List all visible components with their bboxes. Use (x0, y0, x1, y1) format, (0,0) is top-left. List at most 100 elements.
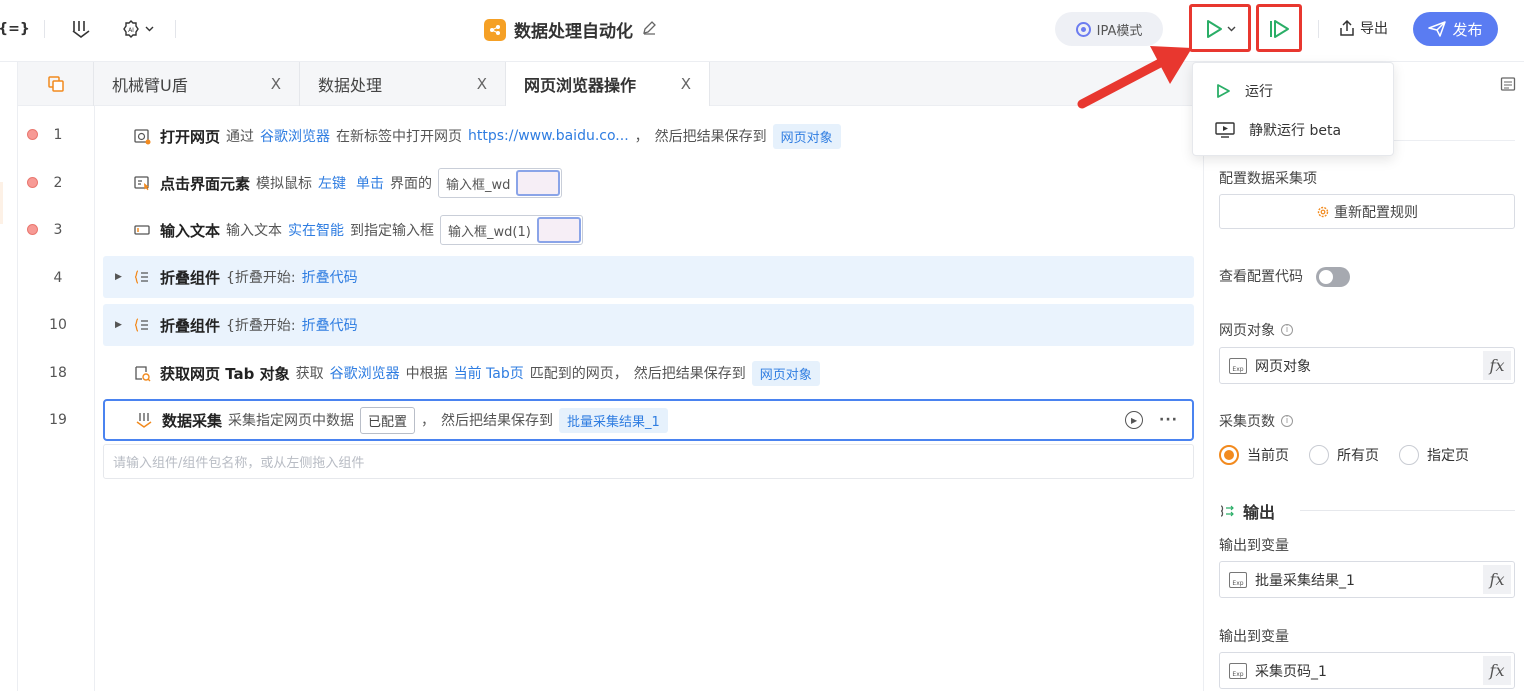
line-number: 10 (49, 316, 67, 333)
data-capture-step-icon (135, 411, 153, 429)
annotation-arrow (1077, 46, 1192, 109)
sidebar-active-marker (0, 182, 3, 224)
ai-menu-icon[interactable]: AI (117, 16, 157, 42)
radio-current-page[interactable]: 当前页 (1219, 445, 1289, 465)
menu-item-run[interactable]: 运行 (1215, 81, 1273, 101)
expand-caret-icon[interactable]: ▶ (115, 320, 122, 330)
pages-radio-group: 当前页 所有页 指定页 (1219, 445, 1469, 465)
radio-all-pages[interactable]: 所有页 (1309, 445, 1379, 465)
add-component-input[interactable]: 请输入组件/组件包名称，或从左侧拖入组件 (103, 444, 1194, 479)
step-get-tab[interactable]: 获取网页 Tab 对象 获取 谷歌浏览器 中根据 当前 Tab页 匹配到的网页，… (103, 352, 1194, 394)
menu-item-silent-run[interactable]: 静默运行 beta (1215, 120, 1341, 140)
step-data-capture[interactable]: 数据采集 采集指定网页中数据 已配置 ， 然后把结果保存到 批量采集结果_1 ▶… (103, 399, 1194, 441)
pages-label: 采集页数 i (1219, 411, 1293, 431)
run-dropdown-menu: 运行 静默运行 beta (1192, 62, 1394, 156)
tab-home-icon[interactable] (18, 62, 94, 106)
add-component-placeholder: 请输入组件/组件包名称，或从左侧拖入组件 (113, 456, 365, 471)
line-number: 18 (49, 364, 67, 381)
export-icon (1340, 19, 1354, 36)
browser-param[interactable]: 谷歌浏览器 (330, 363, 400, 383)
export-button[interactable]: 导出 (1338, 18, 1388, 38)
line-number: 2 (18, 159, 95, 206)
match-mode-param[interactable]: 当前 Tab页 (454, 363, 524, 383)
get-tab-icon (133, 364, 151, 382)
gear-icon (1317, 206, 1329, 217)
panel-toggle-icon[interactable] (1500, 76, 1516, 96)
view-code-label: 查看配置代码 (1219, 269, 1303, 285)
expression-icon: Exp (1229, 662, 1247, 679)
expression-icon: Exp (1229, 571, 1247, 588)
fold-name-param[interactable]: 折叠代码 (302, 267, 358, 287)
element-picker[interactable]: 输入框_wd (438, 168, 563, 198)
output-variable-chip[interactable]: 批量采集结果_1 (559, 407, 668, 433)
expand-caret-icon[interactable]: ▶ (115, 272, 122, 282)
output-variable-chip[interactable]: 网页对象 (751, 360, 820, 386)
export-label: 导出 (1360, 21, 1388, 37)
output1-field[interactable]: Exp 批量采集结果_1 fx (1219, 561, 1515, 598)
fx-icon[interactable]: fx (1483, 565, 1511, 594)
step-fold-group[interactable]: ▶ 折叠组件 {折叠开始: 折叠代码 (103, 256, 1194, 298)
publish-label: 发布 (1452, 20, 1483, 39)
variables-icon[interactable]: {=} (0, 18, 30, 40)
expression-icon: Exp (1229, 357, 1247, 374)
more-options-icon[interactable]: ··· (1159, 412, 1178, 428)
reconfigure-rules-button[interactable]: 重新配置规则 (1219, 194, 1515, 229)
breakpoint-icon[interactable] (27, 224, 38, 235)
left-sidebar-strip (0, 62, 18, 691)
ipa-mode-icon (1075, 21, 1091, 37)
text-param[interactable]: 实在智能 (288, 220, 344, 240)
editor-tabs: 机械臂U盾 X 数据处理 X 网页浏览器操作 X (18, 62, 1203, 106)
fx-icon[interactable]: fx (1483, 656, 1511, 685)
output2-label: 输出到变量 (1219, 629, 1289, 645)
browser-param[interactable]: 谷歌浏览器 (260, 126, 330, 146)
web-object-field[interactable]: Exp 网页对象 fx (1219, 347, 1515, 384)
run-step-highlight-box (1256, 4, 1302, 52)
step-input-text[interactable]: 输入文本 输入文本 实在智能 到指定输入框 输入框_wd(1) (103, 209, 1194, 251)
mouse-button-param[interactable]: 左键 (318, 173, 346, 193)
element-picker[interactable]: 输入框_wd(1) (440, 215, 583, 245)
element-preview (516, 170, 561, 196)
step-fold-group[interactable]: ▶ 折叠组件 {折叠开始: 折叠代码 (103, 304, 1194, 346)
output-icon (1220, 505, 1234, 517)
url-param[interactable]: https://www.baidu.co... (468, 128, 629, 144)
tab-label: 数据处理 (318, 76, 383, 95)
radio-specified-pages[interactable]: 指定页 (1399, 445, 1469, 465)
output-variable-chip[interactable]: 网页对象 (772, 123, 841, 149)
line-number: 3 (18, 206, 95, 253)
send-icon (1428, 21, 1447, 37)
input-text-icon (133, 221, 151, 239)
step-open-webpage[interactable]: 打开网页 通过 谷歌浏览器 在新标签中打开网页 https://www.baid… (103, 115, 1194, 157)
row-tools: ▶ ··· (1125, 411, 1178, 429)
monitor-play-icon (1215, 122, 1235, 138)
click-element-icon (133, 174, 151, 192)
web-object-label: 网页对象 i (1219, 320, 1293, 340)
element-preview (536, 217, 581, 243)
fx-icon[interactable]: fx (1483, 351, 1511, 380)
section-divider (1300, 510, 1515, 511)
output2-field[interactable]: Exp 采集页码_1 fx (1219, 652, 1515, 689)
step-click-element[interactable]: 点击界面元素 模拟鼠标 左键 单击 界面的 输入框_wd (103, 162, 1194, 204)
info-icon[interactable]: i (1281, 415, 1293, 427)
close-tab-icon[interactable]: X (271, 75, 281, 93)
info-icon[interactable]: i (1281, 324, 1293, 336)
edit-title-icon[interactable] (641, 20, 657, 40)
tab-web-browser-ops[interactable]: 网页浏览器操作 X (506, 62, 710, 106)
close-tab-icon[interactable]: X (477, 75, 487, 93)
view-code-toggle[interactable] (1316, 267, 1350, 287)
output1-label: 输出到变量 (1219, 538, 1289, 554)
fold-group-icon (133, 316, 151, 334)
configured-badge[interactable]: 已配置 (360, 406, 416, 434)
svg-text:AI: AI (128, 27, 134, 34)
breakpoint-icon[interactable] (27, 129, 38, 140)
tab-mechanical-arm[interactable]: 机械臂U盾 X (94, 62, 300, 106)
fold-name-param[interactable]: 折叠代码 (302, 315, 358, 335)
data-capture-icon[interactable] (68, 16, 94, 42)
click-type-param[interactable]: 单击 (356, 173, 384, 193)
breakpoint-icon[interactable] (27, 177, 38, 188)
output-section-title: 输出 (1219, 499, 1275, 523)
tab-data-processing[interactable]: 数据处理 X (300, 62, 506, 106)
publish-button[interactable]: 发布 (1413, 12, 1498, 46)
toolbar-divider (44, 20, 45, 38)
run-step-icon[interactable]: ▶ (1125, 411, 1144, 429)
close-tab-icon[interactable]: X (681, 75, 691, 93)
